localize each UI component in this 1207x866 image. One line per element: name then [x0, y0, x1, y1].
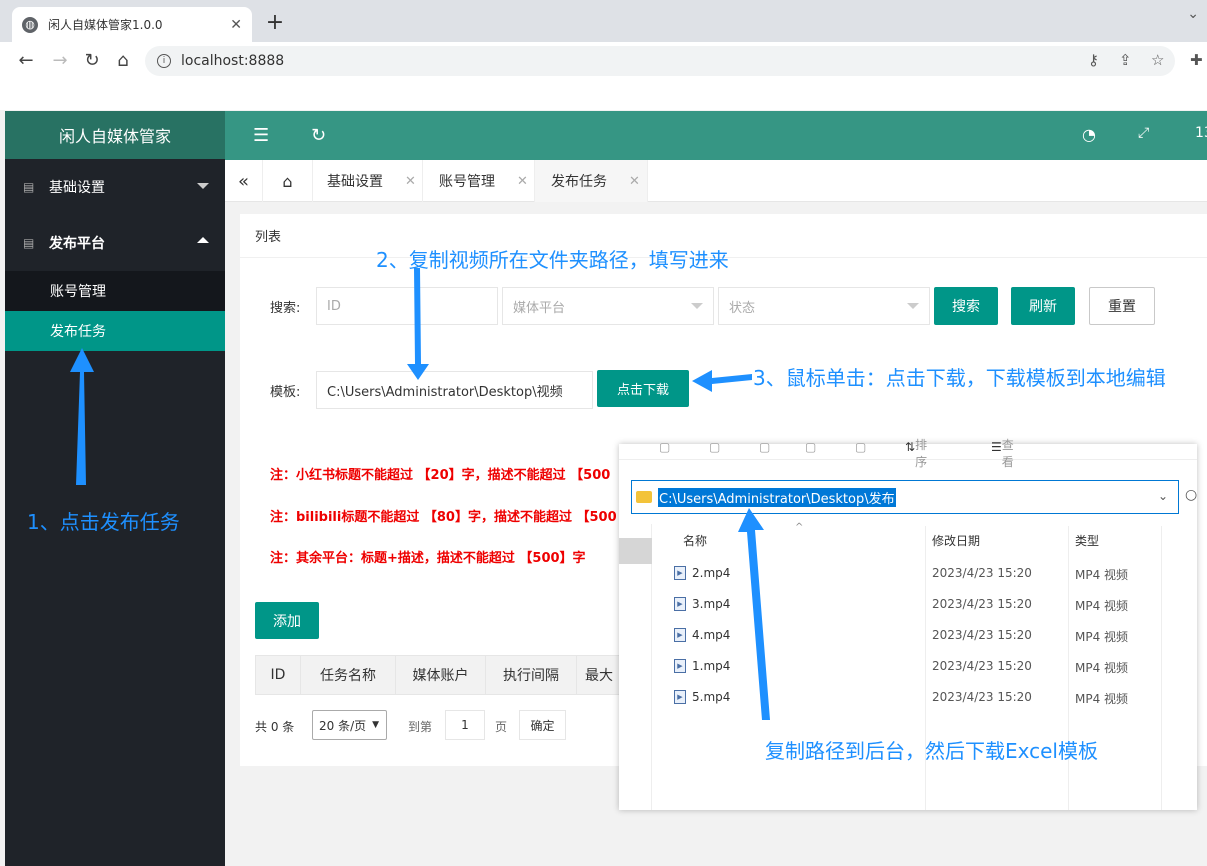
arrow-step2	[407, 268, 429, 380]
annotation-bottom: 复制路径到后台，然后下载Excel模板	[765, 739, 1098, 763]
annotation-step3: 3、鼠标单击：点击下载，下载模板到本地编辑	[753, 366, 1166, 390]
annotation-step2: 2、复制视频所在文件夹路径，填写进来	[376, 248, 729, 272]
arrow-bottom	[738, 508, 770, 720]
arrow-step1	[70, 348, 94, 485]
annotation-step1: 1、点击发布任务	[27, 510, 180, 534]
arrow-step3	[692, 370, 752, 392]
